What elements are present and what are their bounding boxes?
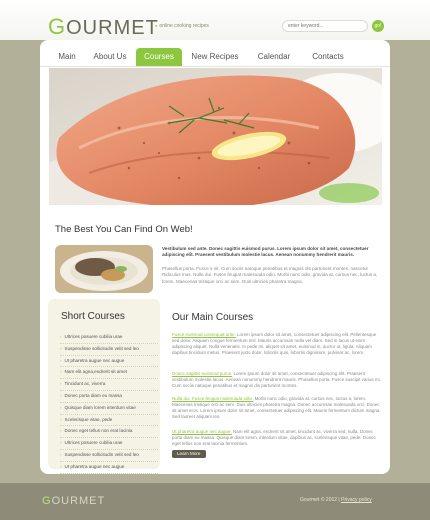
arrow-icon: › — [60, 451, 62, 457]
arrow-icon: › — [60, 392, 62, 398]
nav-item-new-recipes[interactable]: New Recipes — [186, 48, 244, 66]
short-course-label: Ut pharetra augue nec augue — [64, 357, 125, 363]
arrow-icon: › — [60, 440, 62, 446]
short-course-label: Ultrices posuere cubilia urae — [64, 440, 123, 446]
site-logo[interactable]: GOURMET — [48, 14, 159, 40]
short-course-link[interactable]: › Ut pharetra augue nec augue — [60, 356, 158, 368]
intro-body-text: Phasellus porta. Fusce s nit. Cum sociis… — [162, 266, 378, 284]
short-course-label: Donec eget tellus non erat lacinia — [64, 428, 133, 434]
nav-item-main[interactable]: Main — [48, 48, 86, 66]
nav-item-courses[interactable]: Courses — [136, 48, 182, 66]
main-courses-title: Our Main Courses — [172, 312, 254, 323]
short-course-label: Suspendisse sollicitudin velit sed leo — [64, 451, 139, 457]
search-button[interactable]: go! — [372, 20, 384, 32]
short-course-label: Scelerisque vitae, pede — [64, 416, 113, 422]
nav-item-about-us[interactable]: About Us — [88, 48, 132, 66]
arrow-icon: › — [60, 334, 62, 339]
arrow-icon: › — [60, 345, 62, 351]
footer-logo-initial: G — [42, 495, 52, 507]
main-course-link[interactable]: Ut pharetra augue nec augue. — [172, 429, 232, 434]
logo-initial: G — [48, 14, 67, 39]
page-headline: The Best You Can Find On Web! — [55, 224, 193, 235]
short-course-label: Donec porta diam eu massa — [64, 392, 122, 398]
short-courses-list: › Ultrices posuere cubilia urae › Suspendi… — [60, 332, 158, 474]
arrow-icon: › — [60, 416, 62, 422]
hero-food-image — [49, 68, 382, 205]
copyright-text: Gourmet © 2012 | Privacy policy — [300, 497, 372, 503]
arrow-icon: › — [60, 428, 62, 434]
main-course-paragraph: Nulla dui. Fusce feugiat malesuada odio.… — [172, 396, 384, 420]
search-input[interactable] — [282, 20, 368, 32]
short-course-label: Quisque diam lorem interdum vitae — [64, 404, 136, 410]
main-content-panel: Main About Us Courses New Recipes Calend… — [40, 40, 390, 474]
short-course-label: Nam elit agna,endrerit sit amet — [64, 369, 128, 375]
short-course-link[interactable]: › Ut pharetra augue nec augue — [60, 462, 158, 474]
short-course-link[interactable]: › Quisque diam lorem interdum vitae — [60, 403, 158, 415]
copyright-label: Gourmet © 2012 | — [300, 497, 342, 503]
arrow-icon: › — [60, 463, 62, 469]
short-course-label: Ultrices posuere cubilia urae — [64, 334, 123, 339]
privacy-policy-link[interactable]: Privacy policy — [341, 497, 372, 503]
short-course-link[interactable]: › Scelerisque vitae, pede — [60, 415, 158, 427]
footer-logo[interactable]: GOURMET — [42, 495, 105, 507]
short-course-link[interactable]: › Nam elit agna,endrerit sit amet — [60, 367, 158, 380]
nav-item-calendar[interactable]: Calendar — [250, 48, 298, 66]
short-course-link[interactable]: › Suspendisse sollicitudin velit sed leo — [60, 344, 158, 356]
intro-lead-text: Vestibulum sed ante. Donec sagittis euis… — [162, 246, 369, 258]
main-course-paragraph: Fusce euismod consequat ante. Lorem ipsu… — [172, 332, 384, 356]
main-course-link[interactable]: Donec sagittis euismod purus. — [172, 371, 232, 376]
short-course-link[interactable]: › Donec eget tellus non erat lacinia — [60, 426, 158, 439]
main-course-link[interactable]: Nulla dui. Fusce feugiat malesuada odio. — [172, 396, 253, 401]
short-course-link[interactable]: › Tincidunt ac, viverra — [60, 379, 158, 391]
short-courses-title: Short Courses — [61, 311, 125, 322]
short-course-label: Tincidunt ac, viverra — [64, 381, 106, 387]
short-course-link[interactable]: › Ultrices posuere cubilia urae — [60, 438, 158, 450]
learn-more-button[interactable]: Learn More — [172, 450, 206, 458]
main-course-link[interactable]: Fusce euismod consequat ante. — [172, 332, 236, 337]
short-course-link[interactable]: › Ultrices posuere cubilia urae — [60, 332, 158, 344]
site-tagline: online cooking recipes — [155, 23, 208, 29]
arrow-icon: › — [60, 381, 62, 387]
footer-logo-text: OURMET — [51, 495, 106, 507]
arrow-icon: › — [60, 404, 62, 410]
dish-thumbnail — [55, 245, 153, 293]
logo-text: OURMET — [66, 17, 159, 39]
short-courses-panel: Short Courses › Ultrices posuere cubilia … — [48, 299, 160, 474]
arrow-icon: › — [60, 369, 62, 375]
main-course-paragraph: Donec sagittis euismod purus. Lorem ipsu… — [172, 371, 384, 389]
short-course-label: Suspendisse sollicitudin velit sed leo — [64, 345, 139, 351]
short-course-link[interactable]: › Suspendisse sollicitudin velit sed leo — [60, 450, 158, 462]
nav-item-contacts[interactable]: Contacts — [304, 48, 352, 66]
short-course-label: Ut pharetra augue nec augue — [64, 463, 125, 469]
main-nav: Main About Us Courses New Recipes Calend… — [40, 48, 390, 67]
main-course-paragraph: Ut pharetra augue nec augue. Nam elit ag… — [172, 429, 384, 447]
short-course-link[interactable]: › Donec porta diam eu massa — [60, 391, 158, 403]
arrow-icon: › — [60, 357, 62, 363]
